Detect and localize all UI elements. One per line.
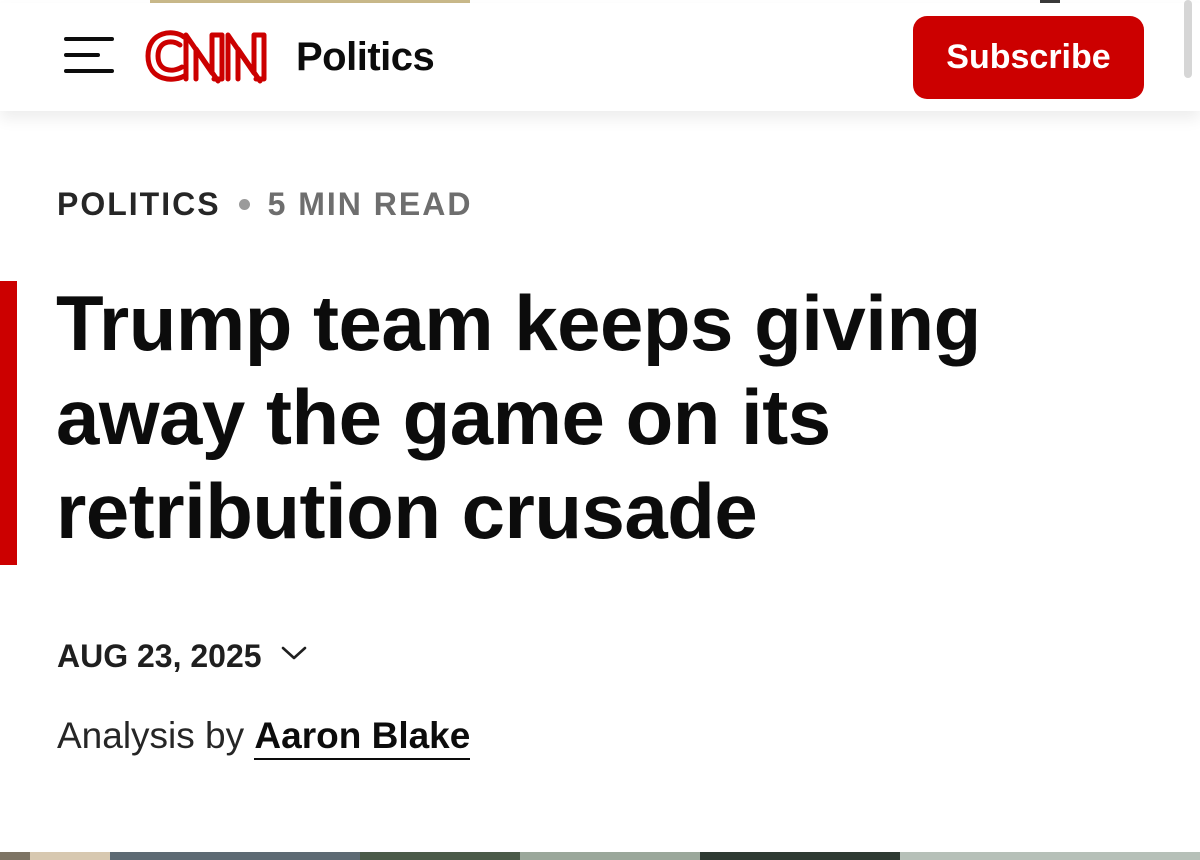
article-kicker: POLITICS 5 MIN READ: [57, 186, 472, 223]
date-toggle[interactable]: AUG 23, 2025: [57, 638, 308, 675]
publish-date: AUG 23, 2025: [57, 638, 262, 674]
byline: Analysis by Aaron Blake: [57, 715, 471, 760]
read-time-label: 5 MIN READ: [267, 186, 473, 222]
scrollbar-thumb[interactable]: [1184, 0, 1192, 78]
subscribe-button[interactable]: Subscribe: [913, 16, 1144, 99]
bottom-image-strip: [0, 852, 1200, 860]
site-header: Politics Subscribe: [0, 3, 1200, 111]
byline-prefix: Analysis by: [57, 715, 245, 756]
article-headline: Trump team keeps giving away the game on…: [56, 279, 981, 555]
author-link[interactable]: Aaron Blake: [254, 715, 471, 760]
section-title[interactable]: Politics: [296, 35, 435, 80]
kicker-section-link[interactable]: POLITICS: [57, 186, 221, 223]
hamburger-menu-icon[interactable]: [62, 33, 116, 77]
cnn-logo[interactable]: [142, 25, 276, 87]
bullet-dot-icon: [238, 199, 250, 210]
headline-accent-bar: [0, 281, 17, 565]
chevron-down-icon[interactable]: [280, 644, 308, 662]
